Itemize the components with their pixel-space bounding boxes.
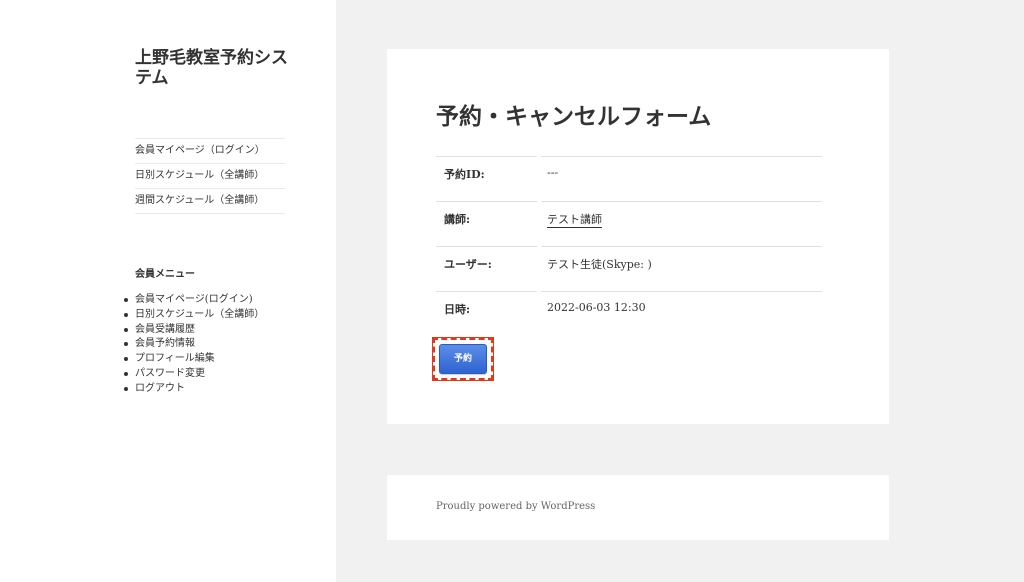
nav-item-weekly-schedule[interactable]: 週間スケジュール（全講師） [135, 189, 285, 214]
menu-item-logout[interactable]: ログアウト [123, 382, 264, 397]
nav-item-mypage[interactable]: 会員マイページ（ログイン） [135, 139, 285, 164]
reservation-form-table: 予約ID: --- 講師: テスト講師 ユーザー: テスト生徒(Skype: )… [436, 156, 822, 336]
menu-item-daily-schedule[interactable]: 日別スケジュール（全講師） [123, 308, 264, 323]
field-value-teacher: テスト講師 [541, 201, 822, 246]
menu-item-lesson-history[interactable]: 会員受講履歴 [123, 323, 264, 338]
menu-item-change-password[interactable]: パスワード変更 [123, 367, 264, 382]
field-label-reservation-id: 予約ID: [436, 156, 537, 201]
menu-item-edit-profile[interactable]: プロフィール編集 [123, 352, 264, 367]
main-navigation: 会員マイページ（ログイン） 日別スケジュール（全講師） 週間スケジュール（全講師… [135, 138, 285, 214]
sidebar: 上野毛教室予約システム 会員マイページ（ログイン） 日別スケジュール（全講師） … [0, 0, 336, 582]
table-row: ユーザー: テスト生徒(Skype: ) [436, 246, 822, 291]
member-menu-list: 会員マイページ(ログイン) 日別スケジュール（全講師） 会員受講履歴 会員予約情… [123, 293, 264, 397]
field-value-reservation-id: --- [541, 156, 822, 201]
site-title[interactable]: 上野毛教室予約システム [135, 48, 295, 88]
highlight-box: 予約 [432, 337, 494, 381]
reserve-button[interactable]: 予約 [439, 344, 487, 374]
teacher-link[interactable]: テスト講師 [547, 213, 602, 228]
field-value-datetime: 2022-06-03 12:30 [541, 291, 822, 336]
field-label-datetime: 日時: [436, 291, 537, 336]
widget-title: 会員メニュー [135, 269, 195, 280]
field-value-user: テスト生徒(Skype: ) [541, 246, 822, 291]
field-label-user: ユーザー: [436, 246, 537, 291]
reservation-card: 予約・キャンセルフォーム 予約ID: --- 講師: テスト講師 ユーザー: テ… [387, 49, 889, 424]
table-row: 講師: テスト講師 [436, 201, 822, 246]
menu-item-reservations[interactable]: 会員予約情報 [123, 337, 264, 352]
nav-item-daily-schedule[interactable]: 日別スケジュール（全講師） [135, 164, 285, 189]
menu-item-mypage[interactable]: 会員マイページ(ログイン) [123, 293, 264, 308]
table-row: 予約ID: --- [436, 156, 822, 201]
table-row: 日時: 2022-06-03 12:30 [436, 291, 822, 336]
footer-credit-link[interactable]: Proudly powered by WordPress [436, 501, 595, 512]
site-footer: Proudly powered by WordPress [387, 475, 889, 540]
field-label-teacher: 講師: [436, 201, 537, 246]
page-title: 予約・キャンセルフォーム [436, 103, 712, 130]
